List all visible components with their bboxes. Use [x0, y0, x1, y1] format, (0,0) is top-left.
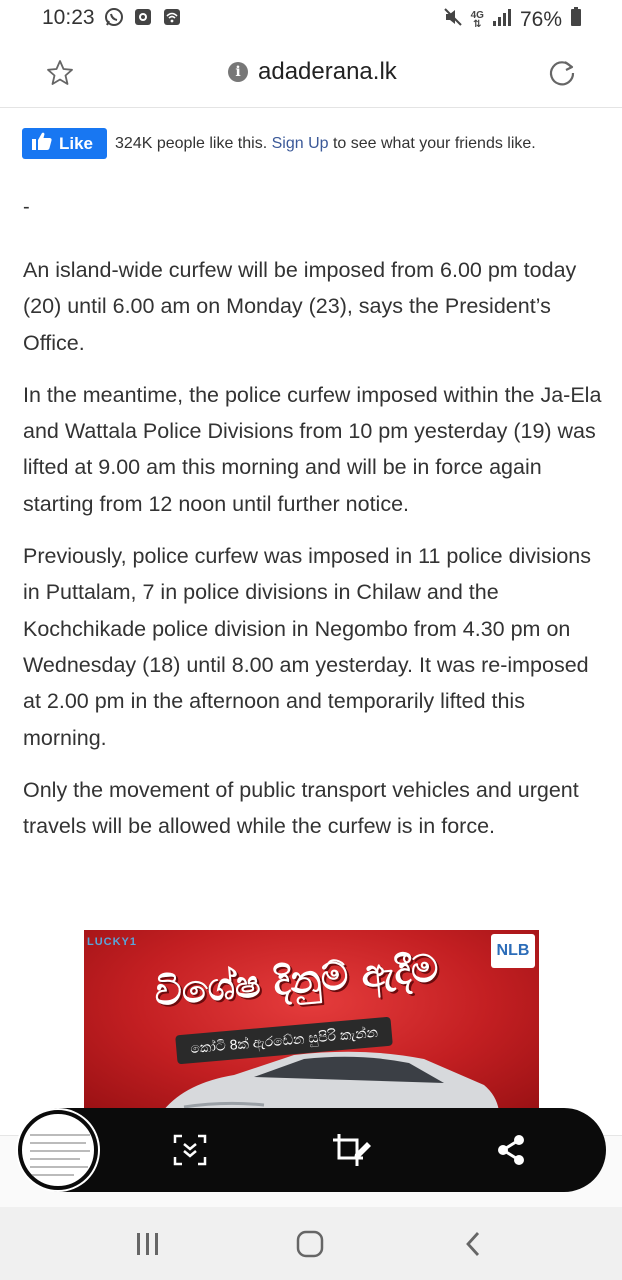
screenshot-toolbar	[18, 1108, 606, 1192]
wifi-calling-icon	[162, 7, 182, 27]
mute-icon	[443, 7, 463, 32]
signal-icon	[492, 8, 512, 31]
ad-brand-right: NLB	[491, 934, 535, 968]
article-paragraph: In the meantime, the police curfew impos…	[23, 382, 602, 516]
back-icon[interactable]	[453, 1227, 493, 1261]
status-bar: 10:23 4G ⇅ 76%	[0, 0, 622, 38]
status-time: 10:23	[42, 6, 95, 29]
crop-edit-icon[interactable]	[331, 1130, 371, 1170]
ad-title: විශේෂ දිනුම් ඇදීම	[152, 945, 441, 1015]
bookmark-star-icon[interactable]	[46, 59, 74, 92]
system-navigation-bar	[0, 1207, 622, 1280]
separator-dash: -	[23, 196, 30, 218]
screen-record-icon	[133, 7, 153, 27]
data-arrows-icon: ⇅	[473, 18, 482, 30]
article-paragraph: An island-wide curfew will be imposed fr…	[23, 258, 577, 355]
article-body: An island-wide curfew will be imposed fr…	[23, 252, 603, 860]
like-label: Like	[59, 133, 94, 153]
like-suffix: to see what your friends like.	[332, 134, 536, 152]
article-paragraph: Previously, police curfew was imposed in…	[23, 544, 592, 750]
screenshot-thumbnail[interactable]	[18, 1110, 98, 1190]
whatsapp-icon	[104, 7, 124, 27]
site-info-icon[interactable]: i	[228, 62, 248, 82]
thumbs-up-icon	[32, 132, 52, 155]
battery-icon	[570, 7, 582, 32]
network-4g-icon: 4G ⇅	[471, 10, 484, 30]
advertisement-banner[interactable]: LUCKY1 NLB විශේෂ දිනුම් ඇදීම කෝටි 8ක් ඇර…	[84, 930, 539, 1110]
facebook-like-button[interactable]: Like	[22, 128, 108, 159]
like-count: 324K people like this.	[115, 134, 268, 152]
url-field[interactable]: i adaderana.lk	[228, 58, 397, 86]
home-icon[interactable]	[290, 1227, 330, 1261]
article-paragraph: Only the movement of public transport ve…	[23, 777, 579, 839]
scroll-capture-icon[interactable]	[170, 1130, 210, 1170]
browser-address-bar: i adaderana.lk	[0, 38, 622, 108]
recent-apps-icon[interactable]	[128, 1227, 168, 1261]
facebook-like-widget: Like 324K people like this. Sign Up to s…	[22, 128, 536, 159]
car-image	[163, 1051, 499, 1110]
url-text: adaderana.lk	[258, 58, 397, 85]
share-icon[interactable]	[491, 1130, 531, 1170]
reload-icon[interactable]	[547, 58, 577, 93]
signup-link[interactable]: Sign Up	[272, 135, 329, 152]
battery-percent: 76%	[519, 7, 562, 31]
like-count-text: 324K people like this. Sign Up to see wh…	[115, 135, 536, 153]
ad-brand-left: LUCKY1	[87, 936, 138, 948]
